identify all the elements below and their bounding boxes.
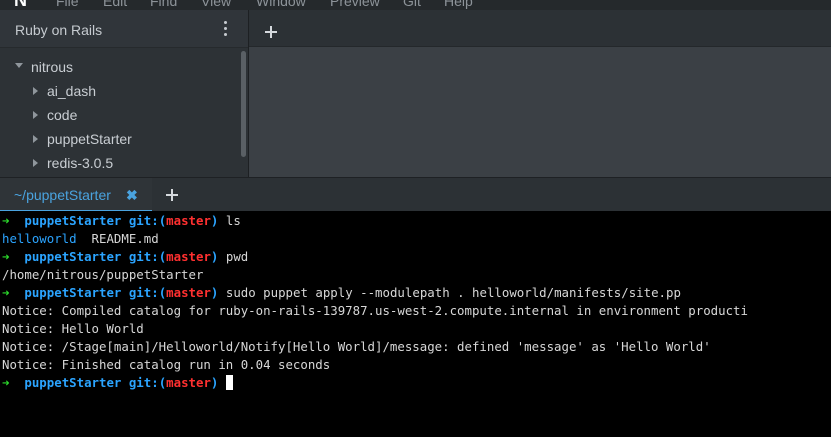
tree-item-nitrous[interactable]: nitrous [0, 56, 240, 80]
close-icon[interactable]: ✖ [126, 187, 138, 204]
tree-item-label: nitrous [31, 59, 74, 75]
file-tree: nitrous ai_dash code puppetStarter redis… [0, 56, 240, 176]
terminal-prompt-line: ➜ puppetStarter git:(master) [2, 374, 233, 392]
tree-item-code[interactable]: code [0, 104, 240, 128]
new-terminal-icon[interactable] [166, 189, 178, 201]
terminal-cursor [225, 375, 233, 390]
menu-window[interactable]: Window [256, 0, 306, 9]
more-options-icon[interactable] [218, 21, 232, 37]
menu-file[interactable]: File [56, 0, 79, 9]
tree-item-ai-dash[interactable]: ai_dash [0, 80, 240, 104]
terminal-output[interactable]: ➜ puppetStarter git:(master) ls hellowor… [0, 211, 831, 437]
chevron-right-icon[interactable] [33, 135, 38, 143]
menu-find[interactable]: Find [150, 0, 177, 9]
chevron-down-icon[interactable] [15, 63, 23, 68]
terminal-tab-label: ~/puppetStarter [14, 187, 111, 203]
chevron-right-icon[interactable] [33, 159, 38, 167]
tree-item-redis[interactable]: redis-3.0.5 [0, 152, 240, 176]
terminal-line: Notice: Finished catalog run in 0.04 sec… [2, 357, 331, 372]
app-logo: N [14, 0, 27, 10]
terminal-line: Notice: Hello World [2, 321, 144, 336]
tree-item-label: code [47, 107, 78, 123]
terminal-line: Notice: /Stage[main]/Helloworld/Notify[H… [2, 339, 711, 354]
menu-edit[interactable]: Edit [103, 0, 127, 9]
editor-tab-bar [249, 10, 831, 47]
terminal-tab-bar: ~/puppetStarter ✖ [0, 177, 831, 212]
terminal-line: ➜ puppetStarter git:(master) sudo puppet… [2, 285, 681, 300]
terminal-line: ➜ puppetStarter git:(master) ls [2, 213, 241, 228]
terminal-line: /home/nitrous/puppetStarter [2, 267, 204, 282]
terminal-tab[interactable]: ~/puppetStarter ✖ [0, 178, 152, 212]
terminal-line: ➜ puppetStarter git:(master) pwd [2, 249, 249, 264]
project-title: Ruby on Rails [15, 22, 103, 38]
editor-area [249, 10, 831, 177]
file-sidebar: Ruby on Rails nitrous ai_dash code puppe… [0, 10, 249, 177]
menu-preview[interactable]: Preview [330, 0, 380, 9]
chevron-right-icon[interactable] [33, 111, 38, 119]
tree-item-label: ai_dash [47, 83, 97, 99]
menu-view[interactable]: View [201, 0, 231, 9]
sidebar-header: Ruby on Rails [0, 10, 249, 48]
chevron-right-icon[interactable] [33, 87, 38, 95]
terminal-line: Notice: Compiled catalog for ruby-on-rai… [2, 303, 748, 318]
tree-item-label: puppetStarter [47, 131, 132, 147]
tree-item-puppetstarter[interactable]: puppetStarter [0, 128, 240, 152]
menu-help[interactable]: Help [444, 0, 473, 9]
sidebar-scrollbar[interactable] [241, 51, 246, 157]
menu-bar: N File Edit Find View Window Preview Git… [0, 0, 831, 10]
menu-git[interactable]: Git [403, 0, 421, 9]
terminal-line: helloworld README.md [2, 231, 159, 246]
new-tab-icon[interactable] [265, 26, 277, 38]
tree-item-label: redis-3.0.5 [47, 155, 114, 171]
